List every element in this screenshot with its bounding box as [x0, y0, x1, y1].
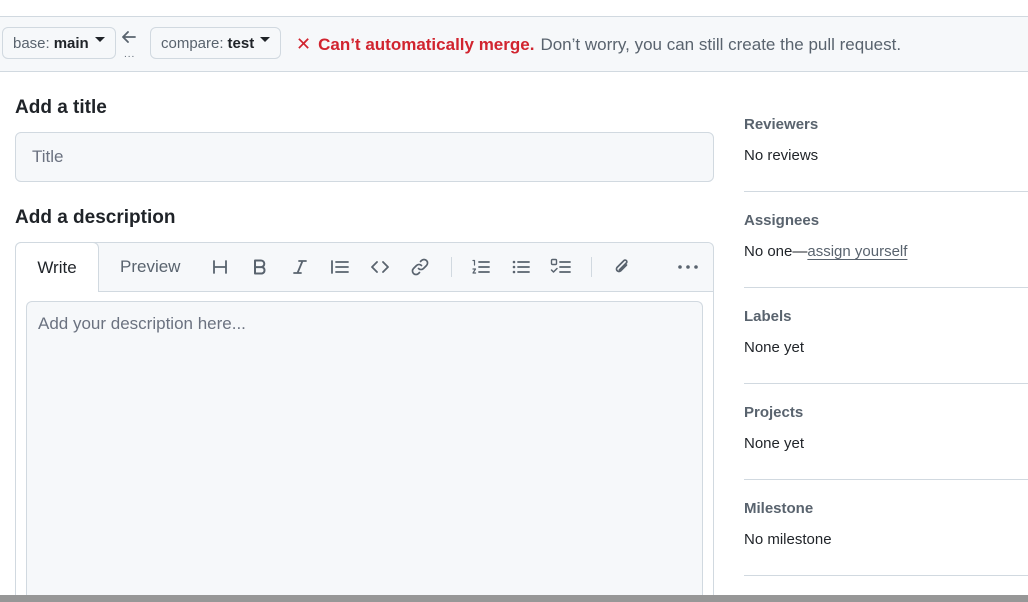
labels-value: None yet [744, 339, 805, 356]
caret-down-icon [94, 36, 105, 42]
compare-branch-button[interactable]: compare: test [150, 27, 282, 59]
direction-indicator: ... [118, 25, 140, 61]
sidebar-section-projects: Projects None yet [744, 384, 1028, 480]
tab-preview[interactable]: Preview [120, 243, 180, 291]
task-list-icon[interactable] [550, 257, 572, 277]
heading-icon[interactable] [209, 257, 231, 277]
editor-tabs-bar: Write Preview [15, 242, 713, 292]
assign-yourself-link[interactable]: assign yourself [807, 243, 907, 260]
sidebar: Reviewers No reviews Assignees No one—as… [744, 96, 1028, 576]
code-icon[interactable] [369, 257, 391, 277]
reviewers-title[interactable]: Reviewers [744, 116, 818, 133]
link-icon[interactable] [409, 257, 431, 277]
projects-title[interactable]: Projects [744, 404, 803, 421]
compare-branch-name: test [227, 34, 255, 52]
merge-info-text: Don’t worry, you can still create the pu… [540, 34, 902, 54]
merge-status-message: ✕ Can’t automatically merge. Don’t worry… [296, 34, 901, 55]
assignees-title[interactable]: Assignees [744, 212, 819, 229]
caret-down-icon [260, 36, 271, 42]
base-prefix: base: [13, 34, 50, 52]
attach-icon[interactable] [611, 257, 633, 277]
merge-status-text: Can’t automatically merge. [318, 34, 535, 54]
sidebar-section-reviewers: Reviewers No reviews [744, 96, 1028, 192]
bold-icon[interactable] [249, 257, 271, 277]
sidebar-section-milestone: Milestone No milestone [744, 480, 1028, 576]
title-input[interactable] [15, 132, 714, 182]
base-branch-button[interactable]: base: main [2, 27, 116, 59]
projects-value: None yet [744, 435, 805, 452]
quote-icon[interactable] [329, 257, 351, 277]
base-branch-name: main [53, 34, 89, 52]
description-textarea[interactable] [26, 301, 703, 601]
numbered-list-icon[interactable] [470, 257, 492, 277]
markdown-editor: Write Preview [15, 242, 714, 602]
compare-bar: base: main ... compare: test ✕ Can’t aut… [0, 17, 1028, 72]
reviewers-value: No reviews [744, 147, 819, 164]
sidebar-section-assignees: Assignees No one—assign yourself [744, 192, 1028, 288]
tab-write[interactable]: Write [15, 242, 99, 292]
ellipsis-dots: ... [124, 49, 136, 60]
milestone-title[interactable]: Milestone [744, 500, 813, 517]
top-band [0, 0, 1028, 17]
title-heading: Add a title [15, 97, 107, 118]
toolbar-divider [591, 257, 592, 277]
bottom-edge [0, 595, 1028, 602]
labels-title[interactable]: Labels [744, 308, 792, 325]
sidebar-section-labels: Labels None yet [744, 288, 1028, 384]
assignees-none-text: No one— [744, 243, 808, 260]
assignees-value: No one—assign yourself [744, 243, 907, 260]
unordered-list-icon[interactable] [510, 257, 532, 277]
x-icon: ✕ [296, 34, 312, 54]
description-heading: Add a description [15, 207, 176, 228]
more-icon[interactable] [677, 257, 699, 277]
compare-prefix: compare: [161, 34, 224, 52]
milestone-value: No milestone [744, 531, 832, 548]
italic-icon[interactable] [289, 257, 311, 277]
toolbar-divider [451, 257, 452, 277]
arrow-left-icon [122, 31, 136, 43]
